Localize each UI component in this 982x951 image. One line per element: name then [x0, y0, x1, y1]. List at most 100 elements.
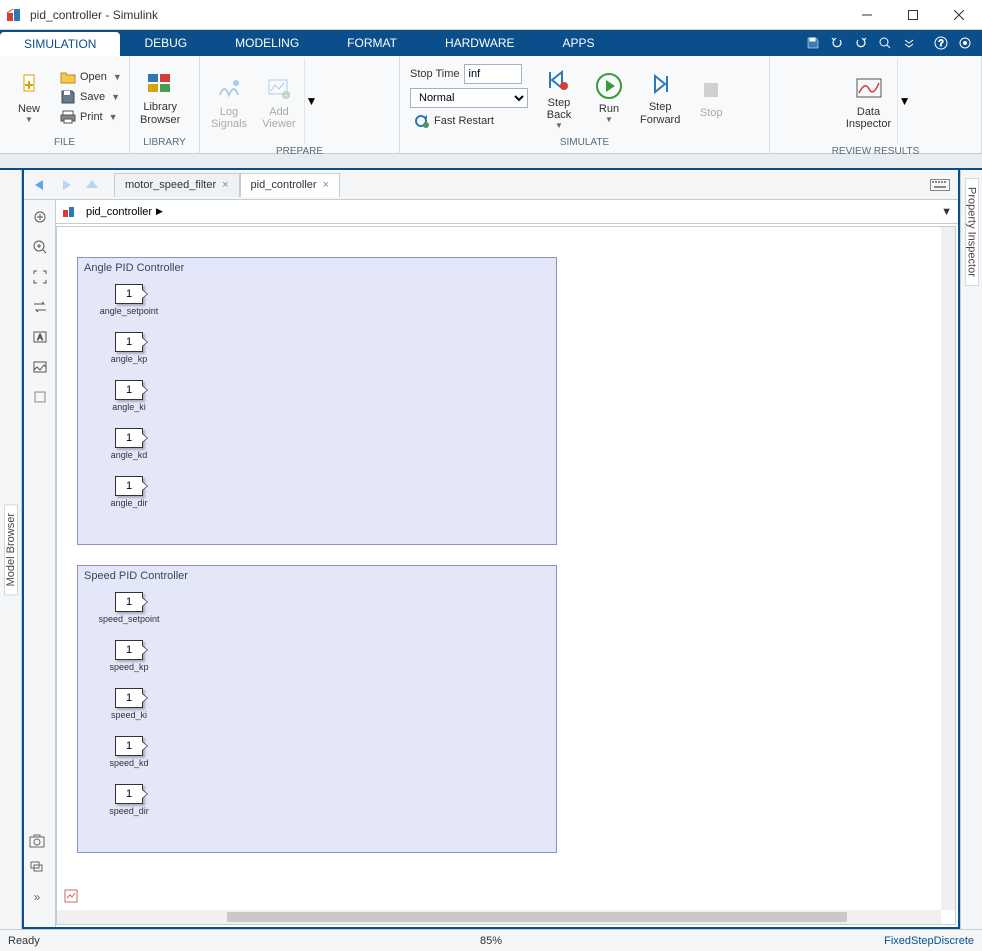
diagnostic-icon[interactable] — [63, 888, 79, 904]
tab-modeling[interactable]: MODELING — [211, 30, 323, 56]
save-icon[interactable] — [802, 32, 824, 54]
nav-forward-icon[interactable] — [54, 173, 78, 197]
print-button[interactable]: Print▼ — [56, 108, 126, 126]
layers-icon[interactable] — [26, 857, 48, 877]
stop-time-input[interactable] — [464, 64, 522, 84]
vertical-scrollbar[interactable] — [941, 227, 955, 910]
inport-block[interactable]: 1speed_kp — [94, 640, 164, 672]
run-button[interactable]: Run ▼ — [584, 67, 634, 126]
maximize-button[interactable] — [890, 0, 936, 30]
ribbon-toolbar: New ▼ Open▼ Save▼ Print▼ FILE Library Br… — [0, 56, 982, 154]
swap-icon[interactable] — [29, 296, 51, 318]
fit-view-icon[interactable] — [29, 206, 51, 228]
library-browser-button[interactable]: Library Browser — [134, 65, 186, 127]
area-title: Speed PID Controller — [84, 570, 550, 582]
keyboard-icon[interactable] — [928, 173, 952, 197]
breadcrumb[interactable]: pid_controller ▶ ▼ — [82, 206, 958, 218]
file-tab-motor-speed-filter[interactable]: motor_speed_filter× — [114, 173, 240, 197]
status-zoom[interactable]: 85% — [480, 935, 502, 947]
target-icon[interactable] — [954, 32, 976, 54]
port-label: speed_ki — [111, 710, 147, 720]
svg-text:+: + — [284, 94, 288, 100]
area-box[interactable]: Angle PID Controller1angle_setpoint1angl… — [77, 257, 557, 545]
nav-up-icon[interactable] — [80, 173, 104, 197]
annotation-icon[interactable]: A — [29, 326, 51, 348]
tab-debug[interactable]: DEBUG — [120, 30, 211, 56]
nav-back-icon[interactable] — [28, 173, 52, 197]
tab-simulation[interactable]: SIMULATION — [0, 32, 120, 56]
port-label: speed_kp — [109, 662, 148, 672]
redo-icon[interactable] — [850, 32, 872, 54]
collapse-icon[interactable]: » — [26, 887, 48, 907]
canvas[interactable]: Angle PID Controller1angle_setpoint1angl… — [56, 226, 956, 925]
group-label-simulate: SIMULATE — [400, 137, 769, 153]
qat-sep — [922, 32, 928, 54]
svg-text:A: A — [37, 333, 43, 342]
log-signals-button[interactable]: Log Signals — [204, 70, 254, 132]
inport-block[interactable]: 1speed_kd — [94, 736, 164, 768]
horizontal-scrollbar[interactable] — [57, 910, 941, 924]
save-button[interactable]: Save▼ — [56, 88, 126, 106]
ribbon-tabstrip: SIMULATION DEBUG MODELING FORMAT HARDWAR… — [0, 30, 982, 56]
svg-text:?: ? — [938, 38, 943, 48]
inport-block[interactable]: 1angle_ki — [94, 380, 164, 412]
port-number: 1 — [115, 592, 143, 612]
port-label: speed_setpoint — [98, 614, 159, 624]
expand-icon[interactable] — [898, 32, 920, 54]
close-icon[interactable]: × — [222, 179, 228, 191]
inport-block[interactable]: 1 angle_dir — [94, 476, 164, 508]
camera-icon[interactable] — [26, 831, 48, 851]
inport-block[interactable]: 1angle_kp — [94, 332, 164, 364]
window-title: pid_controller - Simulink — [28, 8, 844, 22]
model-browser-panel: Model Browser — [0, 170, 22, 929]
review-dropdown[interactable]: ▼ — [897, 58, 911, 144]
inport-block[interactable]: 1angle_kd — [94, 428, 164, 460]
help-icon[interactable]: ? — [930, 32, 952, 54]
status-solver[interactable]: FixedStepDiscrete — [884, 935, 974, 947]
tab-hardware[interactable]: HARDWARE — [421, 30, 539, 56]
inport-block[interactable]: 1 speed_setpoint — [94, 592, 164, 624]
chevron-down-icon[interactable]: ▼ — [941, 206, 952, 218]
add-viewer-button[interactable]: + Add Viewer — [254, 70, 304, 132]
statusbar: Ready 85% FixedStepDiscrete — [0, 929, 982, 951]
minimize-button[interactable] — [844, 0, 890, 30]
fit-to-screen-icon[interactable] — [29, 266, 51, 288]
model-browser-toggle[interactable]: Model Browser — [4, 504, 18, 595]
tab-apps[interactable]: APPS — [539, 30, 619, 56]
group-label-file: FILE — [0, 137, 129, 153]
inport-block[interactable]: 1angle_setpoint — [94, 284, 164, 316]
step-forward-button[interactable]: Step Forward — [634, 65, 686, 127]
property-inspector-toggle[interactable]: Property Inspector — [965, 178, 979, 286]
fast-restart-button[interactable]: Fast Restart — [410, 112, 528, 130]
area-icon[interactable] — [29, 386, 51, 408]
zoom-in-icon[interactable] — [29, 236, 51, 258]
port-number: 1 — [115, 736, 143, 756]
image-icon[interactable] — [29, 356, 51, 378]
sim-mode-select[interactable]: Normal — [410, 88, 528, 108]
port-number: 1 — [115, 688, 143, 708]
port-label: angle_kd — [111, 450, 148, 460]
stop-button[interactable]: Stop — [686, 71, 736, 121]
app-icon — [0, 7, 28, 23]
file-tab-pid-controller[interactable]: pid_controller× — [240, 173, 340, 197]
area-box[interactable]: Speed PID Controller1speed_setpoint1spee… — [77, 565, 557, 853]
status-ready: Ready — [8, 935, 40, 947]
inport-block[interactable]: 1 speed_ki — [94, 688, 164, 720]
port-number: 1 — [115, 284, 143, 304]
search-icon[interactable] — [874, 32, 896, 54]
close-button[interactable] — [936, 0, 982, 30]
port-label: speed_dir — [109, 806, 149, 816]
port-number: 1 — [115, 476, 143, 496]
port-label: angle_dir — [110, 498, 147, 508]
close-icon[interactable]: × — [323, 179, 329, 191]
step-back-button[interactable]: Step Back ▼ — [534, 61, 584, 132]
port-number: 1 — [115, 380, 143, 400]
group-label-library: LIBRARY — [130, 137, 199, 153]
tab-format[interactable]: FORMAT — [323, 30, 421, 56]
undo-icon[interactable] — [826, 32, 848, 54]
data-inspector-button[interactable]: Data Inspector — [840, 70, 897, 132]
open-button[interactable]: Open▼ — [56, 68, 126, 86]
inport-block[interactable]: 1speed_dir — [94, 784, 164, 816]
new-button[interactable]: New ▼ — [4, 67, 54, 126]
prepare-dropdown[interactable]: ▼ — [304, 58, 318, 144]
